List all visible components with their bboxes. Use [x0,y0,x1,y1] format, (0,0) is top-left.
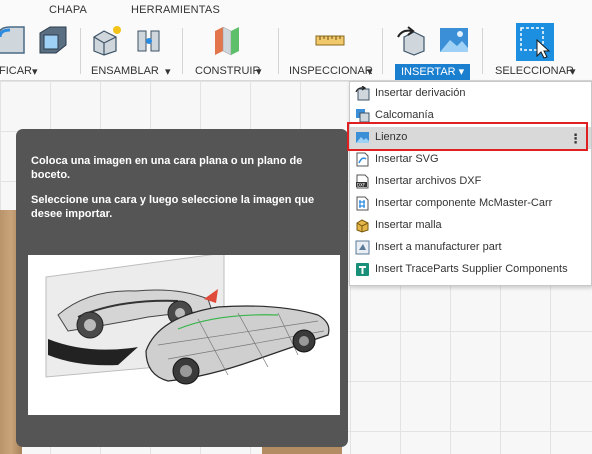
dxf-icon: DXF [356,174,369,189]
chevron-down-icon[interactable]: ▾ [367,65,373,78]
manufacturer-part-icon [355,240,370,255]
select-icon[interactable] [516,23,554,61]
menu-item-mcmaster[interactable]: Insertar componente McMaster-Carr [350,193,591,215]
tooltip-illustration [28,255,340,415]
mesh-icon [356,219,369,233]
insert-group-label[interactable]: INSERTAR ▾ [395,64,471,80]
derive-icon [355,86,370,101]
construct-group-label[interactable]: CONSTRUIR [195,65,260,77]
menu-item-label: Insertar componente McMaster-Carr [375,197,553,209]
menu-item-label: Insertar archivos DXF [375,175,482,187]
canvas-image-icon[interactable] [437,23,471,57]
assemble-group: ENSAMBLAR ▾ [82,20,180,80]
joint-icon[interactable] [132,23,166,57]
menu-item-label: Insertar malla [375,219,442,231]
mcmaster-icon [356,196,369,211]
tab-bar: CHAPA HERRAMIENTAS [0,0,592,20]
insert-group: INSERTAR ▾ [384,20,480,80]
menu-item-insert-dxf[interactable]: DXF Insertar archivos DXF [350,171,591,193]
menu-item-manufacturer-part[interactable]: Insert a manufacturer part [350,237,591,259]
select-group: SELECCIONAR ▾ [484,20,592,80]
menu-item-label: Insertar derivación [375,87,466,99]
tab-herramientas[interactable]: HERRAMIENTAS [131,4,220,16]
menu-item-label: Insert TraceParts Supplier Components [375,263,568,275]
divider [80,28,81,74]
divider [482,28,483,74]
decal-icon [356,109,370,123]
insert-dropdown-menu: Insertar derivación Calcomanía Lienzo ⋮ … [349,81,592,286]
inspect-group: INSPECCIONAR ▾ [280,20,380,80]
chevron-down-icon[interactable]: ▾ [32,65,38,78]
menu-item-insert-svg[interactable]: Insertar SVG [350,149,591,171]
tooltip-description: Coloca una imagen en una cara plana o un… [31,155,303,181]
construct-group: CONSTRUIR ▾ [184,20,268,80]
menu-item-label: Insertar SVG [375,153,439,165]
traceparts-icon [356,263,369,276]
fillet-icon[interactable] [0,23,30,57]
tooltip-panel: Coloca una imagen en una cara plana o un… [16,129,348,447]
divider [278,28,279,74]
menu-item-traceparts[interactable]: Insert TraceParts Supplier Components [350,259,591,281]
chevron-down-icon[interactable]: ▾ [165,65,171,78]
tab-chapa[interactable]: CHAPA [49,4,87,16]
svg-text:DXF: DXF [357,182,366,187]
insert-derive-icon[interactable] [394,23,428,57]
menu-item-label: Insert a manufacturer part [375,241,502,253]
svg-icon [356,152,369,167]
chevron-down-icon[interactable]: ▾ [256,65,262,78]
offset-plane-icon[interactable] [209,23,243,57]
select-group-label[interactable]: SELECCIONAR [495,65,574,77]
toolbar-ribbon: FICAR ▾ ENSAMBLAR ▾ CONSTRUIR ▾ INSPECCI… [0,20,592,81]
new-component-icon[interactable] [90,23,124,57]
shell-icon[interactable] [36,23,70,57]
chevron-down-icon[interactable]: ▾ [570,65,576,78]
divider [182,28,183,74]
highlight-box [347,122,588,151]
menu-item-insert-derive[interactable]: Insertar derivación [350,83,591,105]
modify-group: FICAR ▾ [0,20,78,80]
divider [382,28,383,74]
modify-group-label[interactable]: FICAR [0,65,32,77]
inspect-group-label[interactable]: INSPECCIONAR [289,65,373,77]
measure-icon[interactable] [313,23,347,57]
tooltip-instruction: Seleccione una cara y luego seleccione l… [31,194,315,220]
assemble-group-label[interactable]: ENSAMBLAR [91,65,159,77]
menu-item-label: Calcomanía [375,109,434,121]
menu-item-insert-mesh[interactable]: Insertar malla [350,215,591,237]
